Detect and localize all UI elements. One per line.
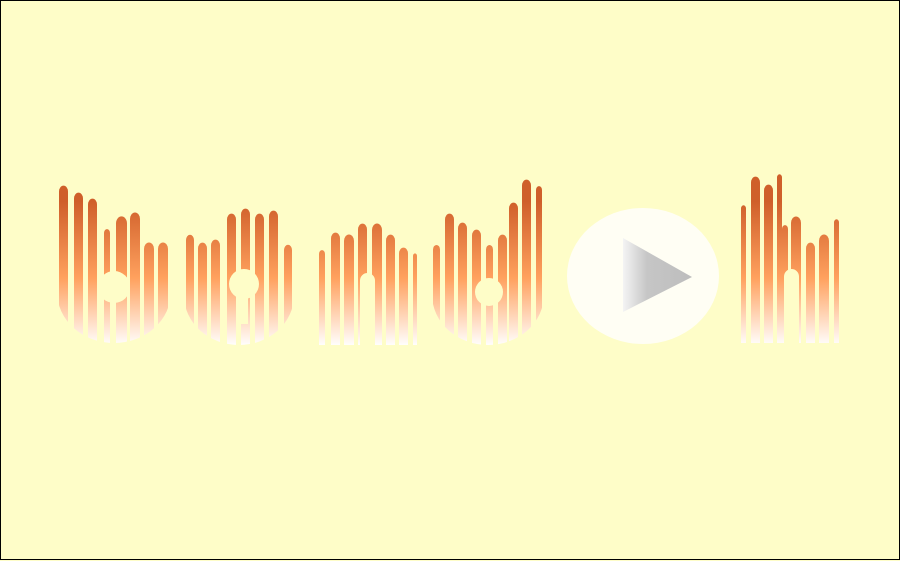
logo-bar bbox=[59, 185, 68, 343]
letter-counter bbox=[98, 271, 130, 303]
logo-bar bbox=[158, 242, 168, 343]
canvas bbox=[0, 0, 900, 560]
logo-bar bbox=[536, 186, 542, 345]
logo-bar bbox=[186, 234, 194, 345]
logo-bar bbox=[751, 176, 760, 343]
letter-counter bbox=[784, 269, 799, 345]
letter-counter bbox=[475, 278, 503, 306]
logo-bar bbox=[819, 234, 829, 343]
logo-bar bbox=[130, 212, 140, 343]
logo-bar bbox=[144, 242, 154, 343]
play-button-letter-o bbox=[567, 208, 719, 344]
letter-b bbox=[59, 185, 168, 343]
logo-bar bbox=[445, 213, 454, 345]
logo-bar bbox=[413, 253, 417, 345]
logo-bar bbox=[74, 192, 83, 343]
logo-bar bbox=[269, 210, 278, 345]
logo-bar bbox=[806, 242, 815, 343]
logo-bar bbox=[88, 198, 97, 343]
logo-bar bbox=[344, 234, 354, 345]
logo-bar bbox=[509, 202, 518, 345]
letter-a bbox=[186, 208, 301, 345]
logo-bar bbox=[433, 244, 440, 345]
logo-bar bbox=[297, 265, 301, 345]
logo-bar bbox=[211, 239, 220, 345]
logo-bar bbox=[522, 179, 531, 345]
logo-bar bbox=[331, 232, 340, 345]
logo-bar bbox=[834, 219, 839, 343]
logo-bar bbox=[386, 234, 395, 345]
logo-bar bbox=[399, 247, 408, 345]
logo-bar bbox=[764, 184, 773, 343]
letter-n bbox=[319, 223, 417, 345]
letter-counter bbox=[360, 273, 375, 345]
letter-h bbox=[741, 174, 839, 345]
bandoh-logo bbox=[59, 174, 839, 345]
logo-bar bbox=[319, 250, 325, 345]
logo-bar bbox=[777, 174, 782, 343]
logo-bar bbox=[198, 242, 207, 345]
letter-counter bbox=[241, 284, 248, 324]
logo-bar bbox=[741, 205, 746, 343]
logo-bar bbox=[458, 222, 467, 345]
letter-d bbox=[433, 179, 542, 345]
logo-bar bbox=[284, 244, 292, 345]
